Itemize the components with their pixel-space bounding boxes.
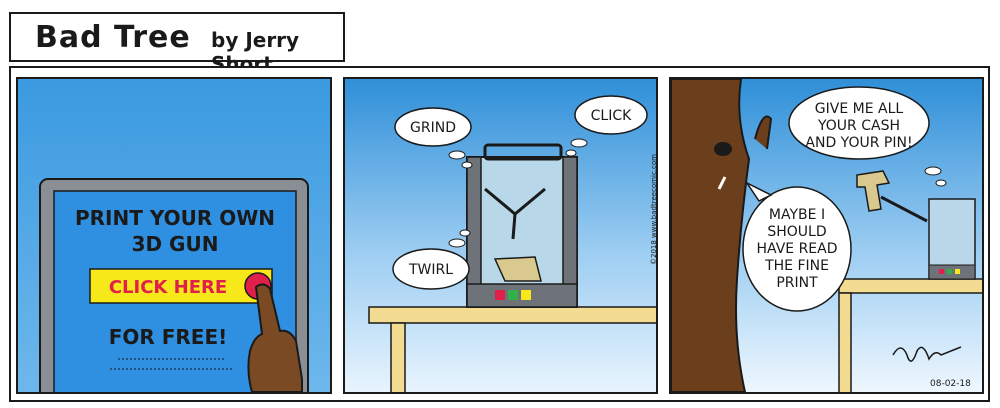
printer-light-yellow bbox=[521, 290, 531, 300]
sound-twirl: TWIRL bbox=[408, 262, 453, 278]
strip-date: 08-02-18 bbox=[930, 379, 971, 389]
speech-regret-line-4: THE FINE bbox=[764, 258, 829, 274]
panel-2: GRIND CLICK TWIRL bbox=[343, 77, 658, 394]
panel-3: GIVE ME ALL YOUR CASH AND YOUR PIN! MAYB… bbox=[669, 77, 984, 394]
printer-light-red bbox=[495, 290, 505, 300]
click-here-label: CLICK HERE bbox=[109, 277, 227, 298]
panel-1-art: PRINT YOUR OWN 3D GUN CLICK HERE FOR FRE… bbox=[39, 178, 309, 392]
screen-line-3: FOR FREE! bbox=[109, 325, 228, 349]
speech-demand-line-2: YOUR CASH bbox=[817, 118, 900, 134]
comic-title: Bad Tree bbox=[35, 20, 191, 55]
screen-line-1: PRINT YOUR OWN bbox=[75, 206, 275, 230]
screen-line-2: 3D GUN bbox=[132, 232, 219, 256]
table-top bbox=[368, 306, 656, 324]
speech-demand-line-1: GIVE ME ALL bbox=[815, 101, 904, 117]
tree-trunk bbox=[671, 79, 751, 392]
table-leg bbox=[390, 322, 406, 392]
speech-demand-line-3: AND YOUR PIN! bbox=[805, 135, 912, 151]
copyright-notice: ©2018 www.badtreecomic.com bbox=[650, 154, 658, 265]
printer-light-green bbox=[508, 290, 518, 300]
speech-regret-line-3: HAVE READ bbox=[756, 241, 837, 257]
sound-click: CLICK bbox=[591, 108, 632, 124]
speech-regret-line-1: MAYBE I bbox=[769, 207, 825, 223]
panel-2-art: GRIND CLICK TWIRL bbox=[368, 95, 656, 392]
signature-icon bbox=[892, 346, 962, 362]
table-leg-3 bbox=[838, 292, 852, 392]
printer-arm bbox=[880, 195, 928, 223]
speech-regret-line-5: PRINT bbox=[776, 275, 818, 291]
panel-3-art: GIVE ME ALL YOUR CASH AND YOUR PIN! MAYB… bbox=[671, 79, 982, 392]
branch-hand-icon bbox=[754, 115, 773, 150]
table-top-3 bbox=[838, 278, 982, 294]
gun-icon bbox=[856, 170, 891, 212]
sunglasses-icon bbox=[714, 142, 732, 156]
speech-regret-line-2: SHOULD bbox=[767, 224, 826, 240]
title-box: Bad Tree by Jerry Short bbox=[9, 12, 345, 76]
panel-1: PRINT YOUR OWN 3D GUN CLICK HERE FOR FRE… bbox=[16, 77, 332, 394]
sound-grind: GRIND bbox=[410, 120, 456, 136]
